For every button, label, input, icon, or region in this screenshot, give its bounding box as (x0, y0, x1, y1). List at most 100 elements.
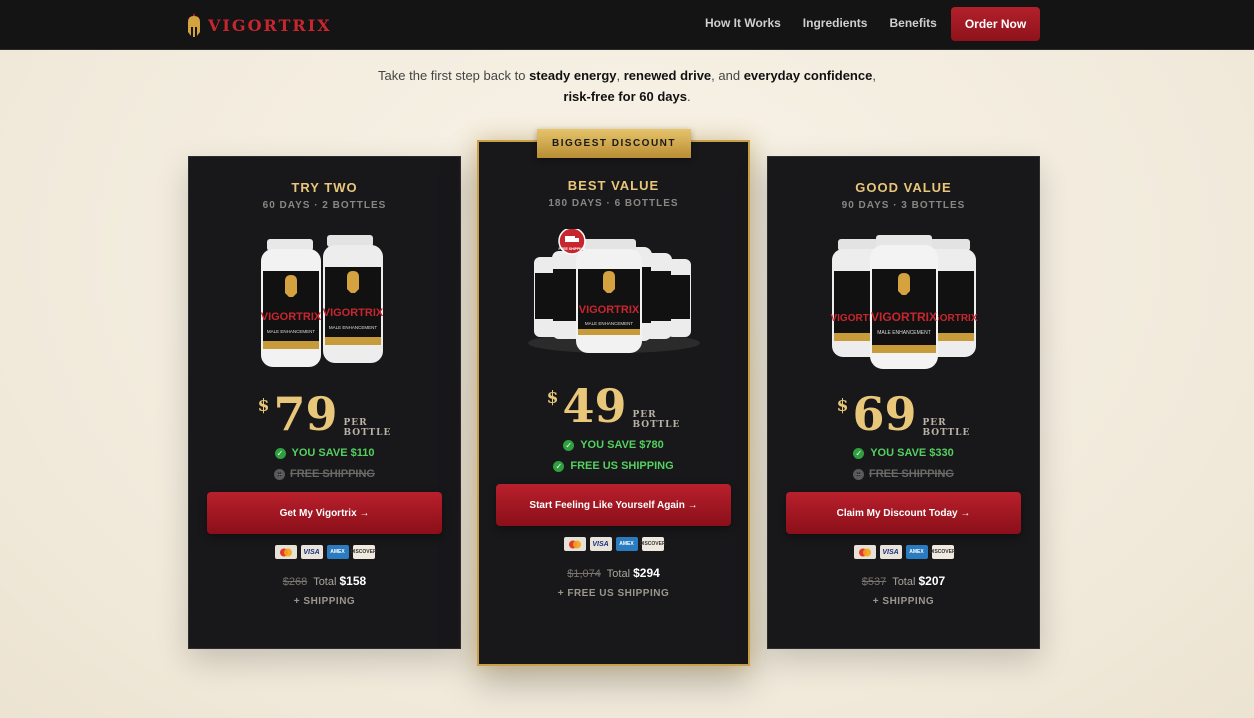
mastercard-icon (853, 545, 876, 559)
price-amount: 79 (273, 387, 338, 441)
price-unit-line: BOTTLE (922, 428, 971, 438)
amex-icon: AMEX (905, 545, 928, 559)
intro-highlight: renewed drive (623, 68, 712, 83)
mastercard-icon (274, 545, 297, 559)
nav-link-ingredients[interactable]: Ingredients (803, 16, 868, 30)
savings-text: YOU SAVE $110 (291, 447, 375, 459)
bottle-icon: VIGORTRIX MALE ENHANCEMENT (322, 235, 383, 363)
svg-text:FREE SHIPPING: FREE SHIPPING (558, 247, 585, 251)
shipping-line: × FREE SHIPPING (189, 468, 460, 480)
total-line: $268 Total $158 (189, 574, 460, 588)
free-shipping-badge-icon: FREE SHIPPING (557, 227, 585, 255)
svg-text:MALE ENHANCEMENT: MALE ENHANCEMENT (877, 330, 931, 336)
top-nav: VIGORTRIX How It Works Ingredients Benef… (0, 0, 1254, 50)
svg-text:VIGORTRIX: VIGORTRIX (260, 311, 321, 323)
biggest-discount-ribbon: BIGGEST DISCOUNT (537, 129, 691, 158)
shipping-line: ✓ FREE US SHIPPING (479, 460, 748, 472)
total-line: $1,074 Total $294 (479, 566, 748, 580)
payment-methods: VISA AMEX DISCOVER (479, 537, 748, 551)
intro-text-part: , (616, 68, 624, 83)
savings-line: ✓ YOU SAVE $110 (189, 447, 460, 459)
x-icon: × (274, 468, 286, 480)
shipping-text: FREE SHIPPING (869, 468, 954, 480)
intro-highlight: steady energy (529, 68, 617, 83)
start-feeling-like-yourself-button[interactable]: Start Feeling Like Yourself Again → (496, 484, 731, 526)
savings-text: YOU SAVE $780 (580, 439, 664, 451)
spartan-helmet-icon (188, 13, 200, 37)
plan-card-good-value: GOOD VALUE 90 DAYS · 3 BOTTLES VIGORTRIX… (767, 156, 1040, 649)
intro-text-part: . (686, 89, 691, 104)
price-unit: PER BOTTLE (922, 418, 970, 438)
discover-icon: DISCOVER (350, 545, 377, 559)
price: $ 79 PER BOTTLE (189, 390, 460, 440)
shipping-line: × FREE SHIPPING (768, 468, 1039, 480)
product-bottles-image: VIGORTRIX VIGORTRIX VIGORTRIX MALE ENHAN… (830, 235, 977, 369)
total-amount: $207 (918, 574, 946, 588)
price-amount: 69 (852, 387, 917, 441)
svg-text:MALE ENHANCEMENT: MALE ENHANCEMENT (266, 329, 315, 334)
discover-icon: DISCOVER (929, 545, 956, 559)
svg-text:MALE ENHANCEMENT: MALE ENHANCEMENT (328, 325, 377, 330)
plan-title: BEST VALUE (567, 178, 660, 193)
svg-text:VIGORTRIX: VIGORTRIX (322, 307, 383, 319)
price-unit-line: PER (632, 410, 657, 420)
total-label: Total (892, 576, 916, 588)
plan-subtitle: 60 DAYS · 2 BOTTLES (262, 200, 387, 211)
mastercard-icon (563, 537, 586, 551)
visa-icon: VISA (879, 545, 902, 559)
intro-highlight: risk-free for 60 days (563, 89, 687, 104)
intro-text: Take the first step back to steady energ… (377, 65, 877, 107)
total-line: $537 Total $207 (768, 574, 1039, 588)
shipping-text: FREE SHIPPING (290, 468, 375, 480)
claim-my-discount-button[interactable]: Claim My Discount Today → (786, 492, 1021, 534)
svg-text:VIGORTRIX: VIGORTRIX (870, 310, 936, 324)
price-unit: PER BOTTLE (632, 410, 680, 430)
shipping-text: FREE US SHIPPING (570, 460, 674, 472)
amex-icon: AMEX (326, 545, 349, 559)
shipping-note: + FREE US SHIPPING (557, 588, 670, 599)
brand-logo[interactable]: VIGORTRIX (186, 10, 332, 40)
visa-icon: VISA (300, 545, 323, 559)
plan-title: GOOD VALUE (855, 180, 952, 195)
visa-icon: VISA (589, 537, 612, 551)
svg-text:MALE ENHANCEMENT: MALE ENHANCEMENT (584, 321, 633, 326)
nav-links: How It Works Ingredients Benefits (705, 16, 959, 30)
svg-text:VIGORTRIX: VIGORTRIX (578, 304, 639, 316)
total-amount: $294 (633, 566, 660, 580)
price-unit-line: PER (343, 418, 368, 428)
total-label: Total (313, 576, 337, 588)
brand-name: VIGORTRIX (208, 15, 332, 35)
check-icon: ✓ (853, 447, 865, 459)
payment-methods: VISA AMEX DISCOVER (189, 545, 460, 559)
price-currency: $ (546, 388, 559, 408)
product-bottles-image: VIGORTRIX MALE ENHANCEMENT VIGORTRIX MAL… (260, 235, 383, 367)
x-icon: × (853, 468, 865, 480)
plan-title: TRY TWO (291, 180, 358, 195)
total-amount: $158 (339, 574, 367, 588)
product-bottles-image: VIGORTRIX MALE ENHANCEMENT FREE SHIPPING (527, 227, 700, 353)
nav-link-how-it-works[interactable]: How It Works (705, 16, 781, 30)
savings-line: ✓ YOU SAVE $330 (768, 447, 1039, 459)
savings-text: YOU SAVE $330 (870, 447, 954, 459)
amex-icon: AMEX (615, 537, 638, 551)
savings-line: ✓ YOU SAVE $780 (479, 439, 748, 451)
intro-text-part: , (872, 68, 876, 83)
price-unit: PER BOTTLE (343, 418, 391, 438)
bottle-icon: VIGORTRIX MALE ENHANCEMENT (869, 235, 938, 369)
intro-text-part: Take the first step back to (378, 68, 530, 83)
price: $ 49 PER BOTTLE (479, 382, 748, 432)
order-now-button[interactable]: Order Now (951, 7, 1040, 41)
price: $ 69 PER BOTTLE (768, 390, 1039, 440)
price-unit-line: PER (922, 418, 947, 428)
intro-text-part: , and (711, 68, 744, 83)
price-amount: 49 (562, 379, 627, 433)
nav-link-benefits[interactable]: Benefits (889, 16, 936, 30)
original-total: $268 (282, 576, 308, 588)
payment-methods: VISA AMEX DISCOVER (768, 545, 1039, 559)
price-currency: $ (836, 396, 849, 416)
plan-card-best-value: BEST VALUE 180 DAYS · 6 BOTTLES VIGORTRI… (477, 140, 750, 666)
check-icon: ✓ (553, 460, 565, 472)
get-my-vigortrix-button[interactable]: Get My Vigortrix → (207, 492, 442, 534)
plan-card-try-two: TRY TWO 60 DAYS · 2 BOTTLES VIGORTRIX MA… (188, 156, 461, 649)
price-unit-line: BOTTLE (632, 420, 681, 430)
